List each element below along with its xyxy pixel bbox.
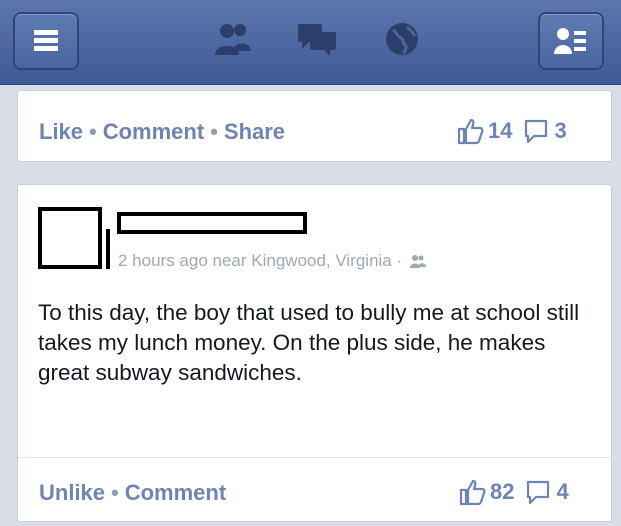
unlike-link[interactable]: Unlike — [39, 480, 105, 505]
friends-audience-icon — [409, 255, 426, 268]
comment-link[interactable]: Comment — [103, 119, 204, 144]
share-link[interactable]: Share — [224, 119, 285, 144]
globe-icon — [386, 23, 418, 55]
thumbs-up-icon — [457, 118, 484, 145]
story-actions: Like • Comment • Share — [39, 119, 285, 145]
separator: • — [210, 119, 218, 144]
friend-requests-button[interactable] — [208, 18, 258, 60]
messages-icon — [298, 24, 336, 56]
comment-count: 3 — [554, 118, 567, 143]
post-counts[interactable]: 82 4 — [458, 478, 569, 506]
like-link[interactable]: Like — [39, 119, 83, 144]
avatar[interactable] — [38, 207, 102, 269]
top-nav-bar — [0, 0, 621, 85]
post-meta: 2 hours ago near Kingwood, Virginia · — [118, 251, 426, 271]
messages-button[interactable] — [292, 18, 342, 60]
like-count: 14 — [488, 118, 513, 143]
divider — [18, 457, 611, 458]
profile-list-icon — [554, 28, 586, 54]
menu-button[interactable] — [13, 12, 79, 70]
comment-link[interactable]: Comment — [125, 480, 226, 505]
comment-count: 4 — [556, 479, 569, 504]
story-counts[interactable]: 14 3 — [456, 117, 567, 145]
post-card: 2 hours ago near Kingwood, Virginia · To… — [17, 184, 612, 522]
separator: • — [89, 119, 97, 144]
thumbs-up-icon — [459, 479, 486, 506]
author-name-redacted[interactable] — [117, 212, 307, 234]
previous-story-card: Like • Comment • Share 14 3 — [17, 90, 612, 162]
post-actions: Unlike • Comment — [39, 480, 226, 506]
separator: • — [111, 480, 119, 505]
comment-bubble-icon — [527, 480, 550, 505]
post-text: To this day, the boy that used to bully … — [38, 300, 580, 385]
like-count: 82 — [490, 479, 515, 504]
comment-bubble-icon — [525, 119, 548, 144]
notifications-button[interactable] — [377, 18, 427, 60]
redaction-line — [106, 229, 110, 269]
friends-list-button[interactable] — [538, 12, 604, 70]
friends-icon — [215, 24, 251, 55]
menu-icon — [34, 30, 58, 51]
timestamp-location: 2 hours ago near Kingwood, Virginia · — [118, 251, 403, 270]
